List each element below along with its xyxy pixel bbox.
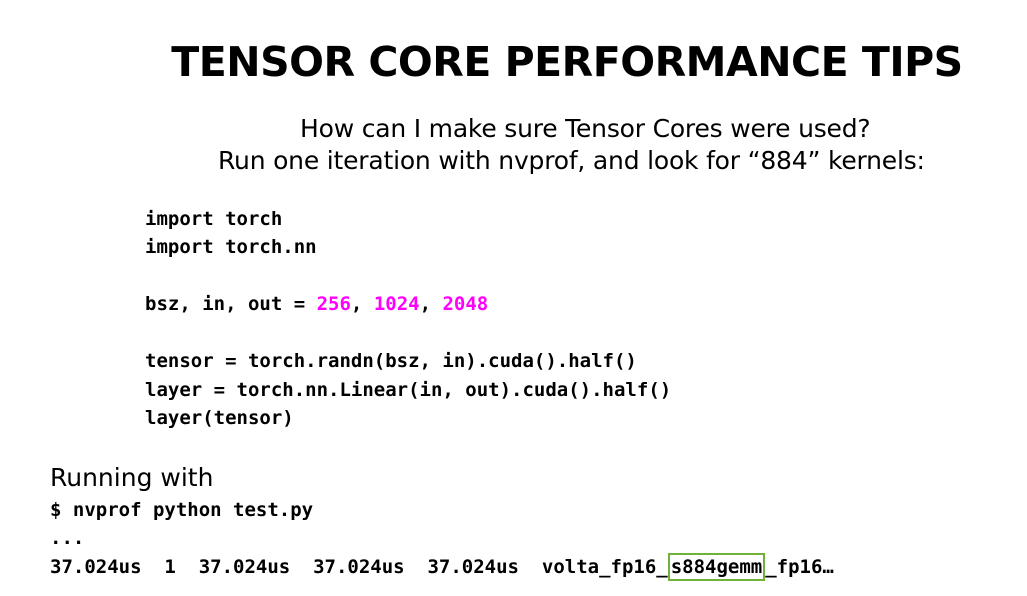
kernel-highlight-box: s884gemm (667, 553, 766, 581)
code-line-tensor: tensor = torch.randn(bsz, in).cuda().hal… (145, 350, 637, 372)
code-sep: , (350, 293, 374, 315)
code-bsz-value: 256 (316, 293, 351, 315)
code-sizes-prefix: bsz, in, out = (145, 293, 317, 315)
running-with-label: Running with (50, 463, 214, 492)
terminal-ellipsis: ... (50, 527, 85, 549)
code-line-import-torch-nn: import torch.nn (145, 236, 317, 258)
subtitle-instruction: Run one iteration with nvprof, and look … (218, 146, 925, 175)
code-line-layer: layer = torch.nn.Linear(in, out).cuda().… (145, 379, 672, 401)
code-out-value: 2048 (442, 293, 489, 315)
subtitle-question: How can I make sure Tensor Cores were us… (300, 114, 871, 143)
code-line-call: layer(tensor) (145, 407, 294, 429)
output-row-suffix: _fp16… (765, 556, 834, 578)
code-line-sizes: bsz, in, out = 256, 1024, 2048 (145, 290, 488, 318)
output-row-prefix: 37.024us 1 37.024us 37.024us 37.024us vo… (50, 556, 668, 578)
code-sep: , (419, 293, 443, 315)
code-line-import-torch: import torch (145, 208, 283, 230)
code-in-value: 1024 (373, 293, 420, 315)
terminal-command: $ nvprof python test.py (50, 499, 314, 521)
slide-title: TENSOR CORE PERFORMANCE TIPS (171, 38, 963, 86)
terminal-output-row: 37.024us 1 37.024us 37.024us 37.024us vo… (50, 553, 834, 581)
